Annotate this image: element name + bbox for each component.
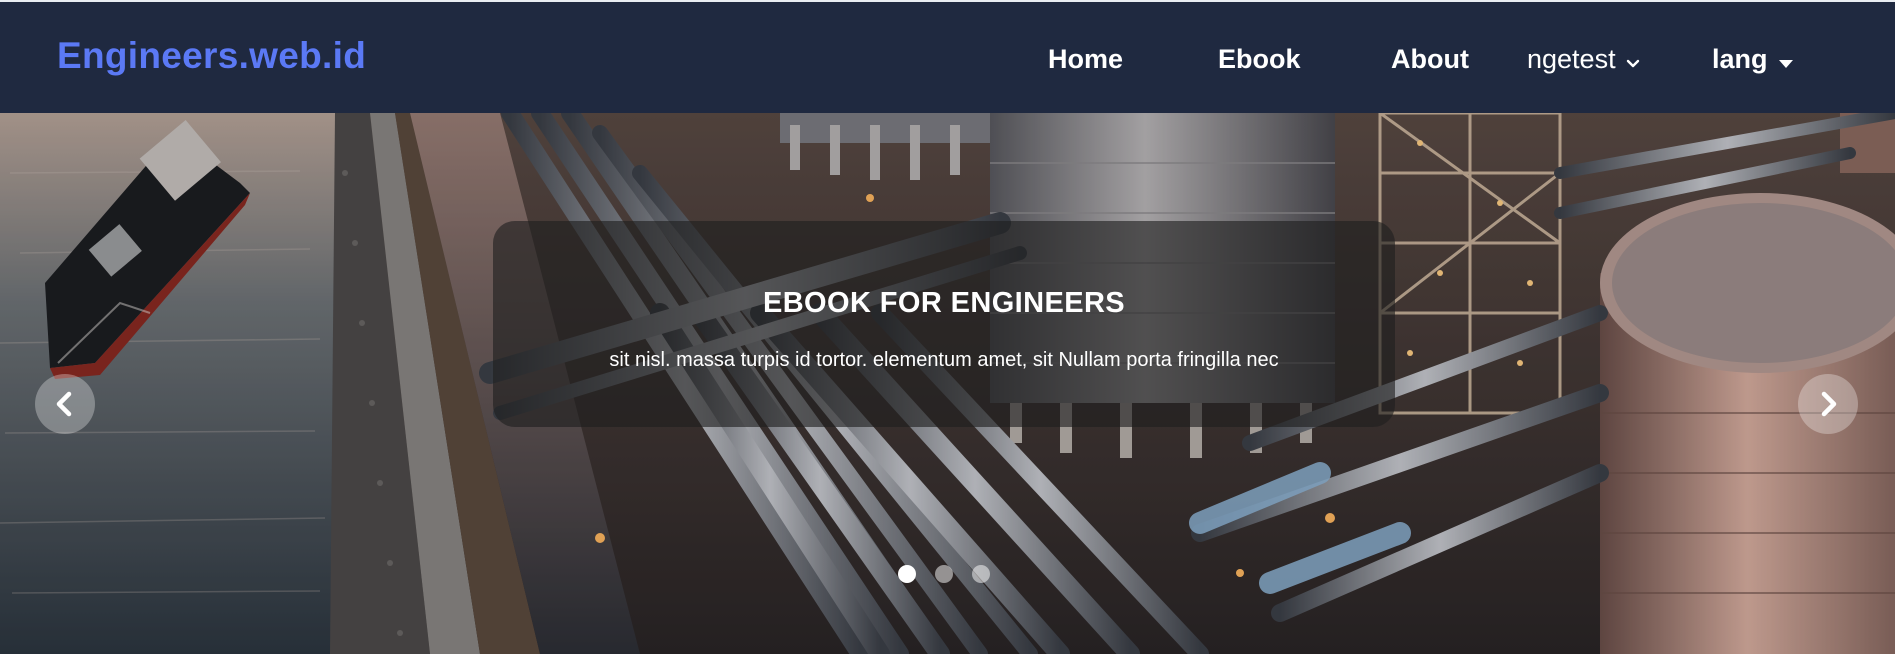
carousel-caption: EBOOK FOR ENGINEERS sit nisl. massa turp…: [493, 221, 1395, 427]
carousel-caption-text: sit nisl. massa turpis id tortor. elemen…: [609, 349, 1279, 371]
page: Engineers.web.id Home Ebook About ngetes…: [0, 0, 1895, 656]
carousel-prev-button[interactable]: [35, 374, 95, 434]
caret-down-icon: [1778, 45, 1794, 76]
chevron-down-icon: [1626, 45, 1640, 76]
carousel-indicator-3[interactable]: [972, 565, 990, 583]
nav-lang-dropdown[interactable]: lang: [1712, 44, 1794, 76]
nav-ebook-link[interactable]: Ebook: [1218, 44, 1301, 75]
navbar: Engineers.web.id Home Ebook About ngetes…: [0, 0, 1895, 113]
carousel-next-button[interactable]: [1798, 374, 1858, 434]
chevron-right-icon: [1821, 391, 1837, 417]
nav-ngetest-dropdown[interactable]: ngetest: [1527, 44, 1640, 76]
nav-home-link[interactable]: Home: [1048, 44, 1123, 75]
carousel-indicator-2[interactable]: [935, 565, 953, 583]
carousel-caption-title: EBOOK FOR ENGINEERS: [762, 287, 1126, 319]
chevron-left-icon: [56, 391, 72, 417]
hero-carousel: EBOOK FOR ENGINEERS sit nisl. massa turp…: [0, 113, 1895, 654]
nav-lang-label: lang: [1712, 44, 1768, 74]
nav-about-link[interactable]: About: [1391, 44, 1469, 75]
carousel-indicator-1[interactable]: [898, 565, 916, 583]
nav-ngetest-label: ngetest: [1527, 44, 1616, 74]
brand-logo-link[interactable]: Engineers.web.id: [57, 35, 366, 77]
